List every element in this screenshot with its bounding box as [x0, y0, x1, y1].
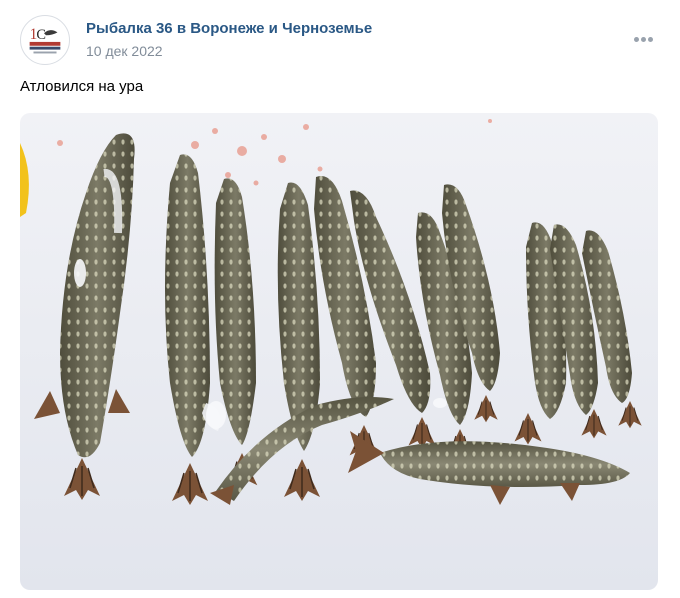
more-dots-icon: [647, 36, 653, 42]
community-logo-icon: 1 C: [21, 16, 69, 64]
post-text: Атловился на ура: [20, 78, 144, 95]
community-avatar[interactable]: 1 C: [20, 15, 70, 65]
more-dots-icon: [633, 36, 639, 42]
community-name-link[interactable]: Рыбалка 36 в Воронеже и Черноземье: [86, 20, 372, 37]
post-photo[interactable]: [20, 113, 658, 590]
pike-catch-photo: [20, 113, 658, 590]
post-date[interactable]: 10 дек 2022: [86, 43, 163, 59]
wall-post: 1 C Рыбалка 36 в Воронеже и Черноземье 1…: [0, 0, 680, 598]
more-options-button[interactable]: [626, 28, 660, 50]
svg-text:C: C: [36, 27, 46, 43]
more-dots-icon: [640, 36, 646, 42]
